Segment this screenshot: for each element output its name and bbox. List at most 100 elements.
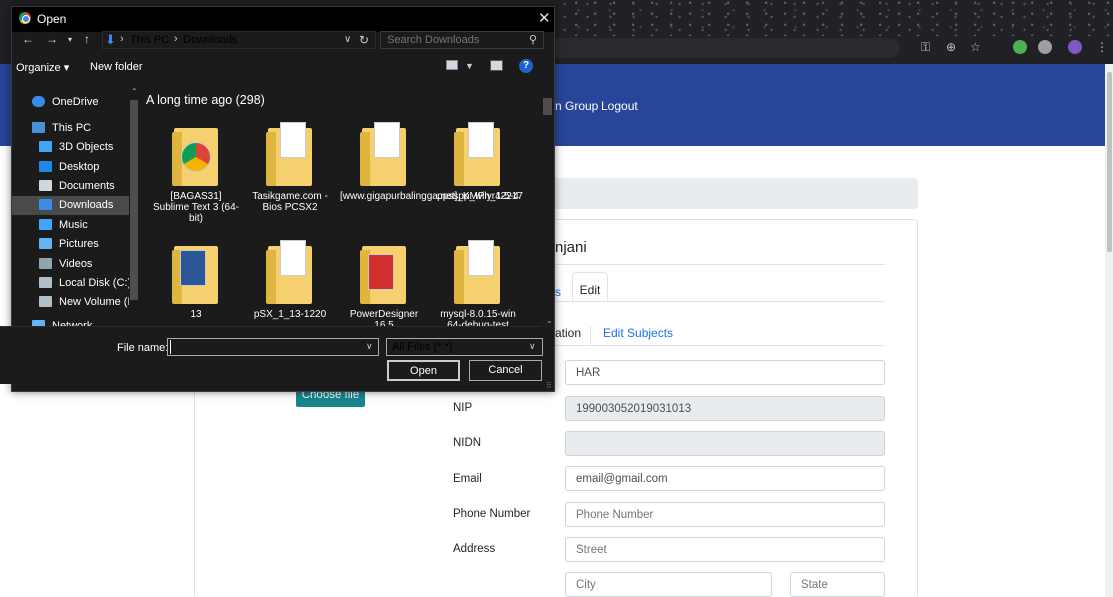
state-field[interactable] (790, 572, 885, 597)
forward-arrow-icon[interactable]: → (46, 32, 58, 46)
sidebar-item-3d-objects[interactable]: 3D Objects (12, 138, 140, 157)
extension-icon[interactable] (1013, 40, 1027, 54)
file-item[interactable]: Tasikgame.com - Bios PCSX2 (246, 116, 334, 226)
sidebar-item-label: Local Disk (C:) (59, 277, 132, 289)
chevron-right-icon[interactable]: › (174, 33, 178, 45)
chevron-down-icon[interactable]: ∨ (344, 34, 351, 45)
paper-icon (280, 122, 306, 158)
page-scroll-thumb[interactable] (1107, 72, 1112, 252)
search-input[interactable] (380, 31, 544, 49)
sidebar-item-network[interactable]: Network (12, 317, 140, 326)
file-item[interactable]: [BAGAS31] Sublime Text 3 (64-bit) (152, 116, 240, 226)
file-item[interactable]: pSX_1_13-1220 (246, 234, 334, 326)
address-label: Address (453, 543, 496, 555)
scroll-down-icon[interactable]: ⌄ (546, 316, 553, 325)
file-item[interactable]: 13 (152, 234, 240, 326)
email-field[interactable] (565, 466, 885, 491)
tab-details[interactable]: s (555, 285, 561, 299)
sidebar-item-onedrive[interactable]: OneDrive (12, 93, 140, 112)
nav-link-group[interactable]: n Group (555, 99, 598, 113)
city-field[interactable] (565, 572, 772, 597)
cube-icon (39, 141, 52, 152)
up-arrow-icon[interactable]: ↑ (84, 32, 90, 46)
path-downloads[interactable]: Downloads (183, 34, 237, 46)
folder-chrome-icon (172, 128, 218, 186)
file-name: [www.gigapurbalingga.net]_KMPlyr42217 (340, 191, 523, 202)
sidebar-item-new-volume-d[interactable]: New Volume (D: (12, 293, 140, 312)
organize-menu[interactable]: Organize ▾ (16, 61, 69, 74)
file-item[interactable]: PowerDesigner 16.5 (340, 234, 428, 326)
preview-pane-icon[interactable] (490, 60, 503, 71)
disk-icon (39, 277, 52, 288)
phone-label: Phone Number (453, 508, 531, 520)
file-item[interactable]: ppsspp_win_1-5-4 (434, 116, 522, 226)
key-icon[interactable]: ⚿ (921, 40, 930, 55)
file-list-scrollbar[interactable] (541, 86, 553, 326)
street-field[interactable] (565, 537, 885, 562)
sidebar-item-this-pc[interactable]: This PC (12, 119, 140, 138)
nip-field[interactable] (565, 396, 885, 421)
file-group-header[interactable]: A long time ago (298) (146, 93, 265, 107)
sidebar-item-pictures[interactable]: Pictures (12, 235, 140, 254)
cloud-icon (32, 96, 45, 107)
sidebar-item-videos[interactable]: Videos (12, 255, 140, 274)
dialog-titlebar[interactable] (12, 7, 554, 32)
nav-pane-scroll-thumb[interactable] (130, 100, 138, 300)
file-name: [BAGAS31] Sublime Text 3 (64-bit) (153, 191, 239, 224)
file-item[interactable]: [www.gigapurbalingga.net]_KMPlyr42217 (340, 116, 523, 226)
phone-field[interactable] (565, 502, 885, 527)
file-name-label: File name: (117, 342, 169, 354)
sidebar-item-local-disk-c[interactable]: Local Disk (C:) (12, 274, 140, 293)
chevron-down-icon[interactable]: ∨ (366, 341, 373, 352)
resize-grip-icon[interactable]: ⠿ (546, 381, 552, 390)
file-type-select[interactable]: All Files (*.*) (386, 338, 543, 356)
file-name: mysql-8.0.15-win 64-debug-test (440, 309, 516, 326)
folder-icon (454, 240, 500, 304)
email-label: Email (453, 473, 482, 485)
file-name: PowerDesigner 16.5 (349, 309, 419, 326)
nav-link-logout[interactable]: Logout (601, 99, 638, 113)
divider (555, 264, 885, 265)
disk-icon (39, 296, 52, 307)
cancel-button[interactable]: Cancel (469, 360, 542, 381)
sidebar-item-downloads[interactable]: Downloads (12, 196, 140, 215)
recent-locations-icon[interactable]: ▾ (68, 35, 72, 44)
refresh-icon[interactable]: ↻ (359, 33, 369, 47)
extension-icon[interactable] (1038, 40, 1052, 54)
back-arrow-icon[interactable]: ← (22, 32, 34, 46)
zoom-icon[interactable]: ⊕ (946, 40, 956, 54)
file-name-input[interactable] (167, 338, 379, 356)
chevron-down-icon[interactable]: ▼ (465, 61, 474, 71)
paper-icon (374, 122, 400, 158)
file-list: [BAGAS31] Sublime Text 3 (64-bit) Tasikga… (142, 86, 540, 326)
scroll-up-icon[interactable]: ⌃ (131, 87, 138, 96)
open-button[interactable]: Open (387, 360, 460, 381)
sidebar-item-music[interactable]: Music (12, 216, 140, 235)
paper-icon (181, 142, 211, 172)
subtab-information[interactable]: ation (555, 326, 591, 345)
tab-edit[interactable]: Edit (572, 272, 608, 302)
file-item[interactable]: mysql-8.0.15-win 64-debug-test (434, 234, 522, 326)
sidebar-item-desktop[interactable]: Desktop (12, 158, 140, 177)
name-field[interactable] (565, 360, 885, 385)
sidebar-item-label: Documents (59, 180, 115, 192)
chevron-down-icon[interactable]: ∨ (529, 341, 536, 352)
sidebar-item-label: This PC (52, 122, 92, 134)
subtab-edit-subjects[interactable]: Edit Subjects (603, 326, 673, 340)
bookmark-star-icon[interactable]: ☆ (970, 40, 981, 54)
address-bar[interactable] (555, 38, 900, 58)
chevron-right-icon[interactable]: › (120, 33, 124, 45)
nidn-field[interactable] (565, 431, 885, 456)
profile-avatar[interactable] (1068, 40, 1082, 54)
search-icon[interactable]: ⚲ (529, 33, 537, 46)
sidebar-item-label: Pictures (59, 238, 99, 250)
view-options-icon[interactable] (446, 60, 458, 70)
path-this-pc[interactable]: This PC (130, 34, 169, 46)
new-folder-button[interactable]: New folder (90, 61, 143, 73)
help-icon[interactable]: ? (519, 59, 533, 73)
file-list-scroll-thumb[interactable] (543, 98, 552, 115)
sidebar-item-documents[interactable]: Documents (12, 177, 140, 196)
paper-icon (280, 240, 306, 276)
close-icon[interactable]: ✕ (538, 9, 551, 27)
menu-kebab-icon[interactable]: ⋮ (1096, 40, 1108, 54)
